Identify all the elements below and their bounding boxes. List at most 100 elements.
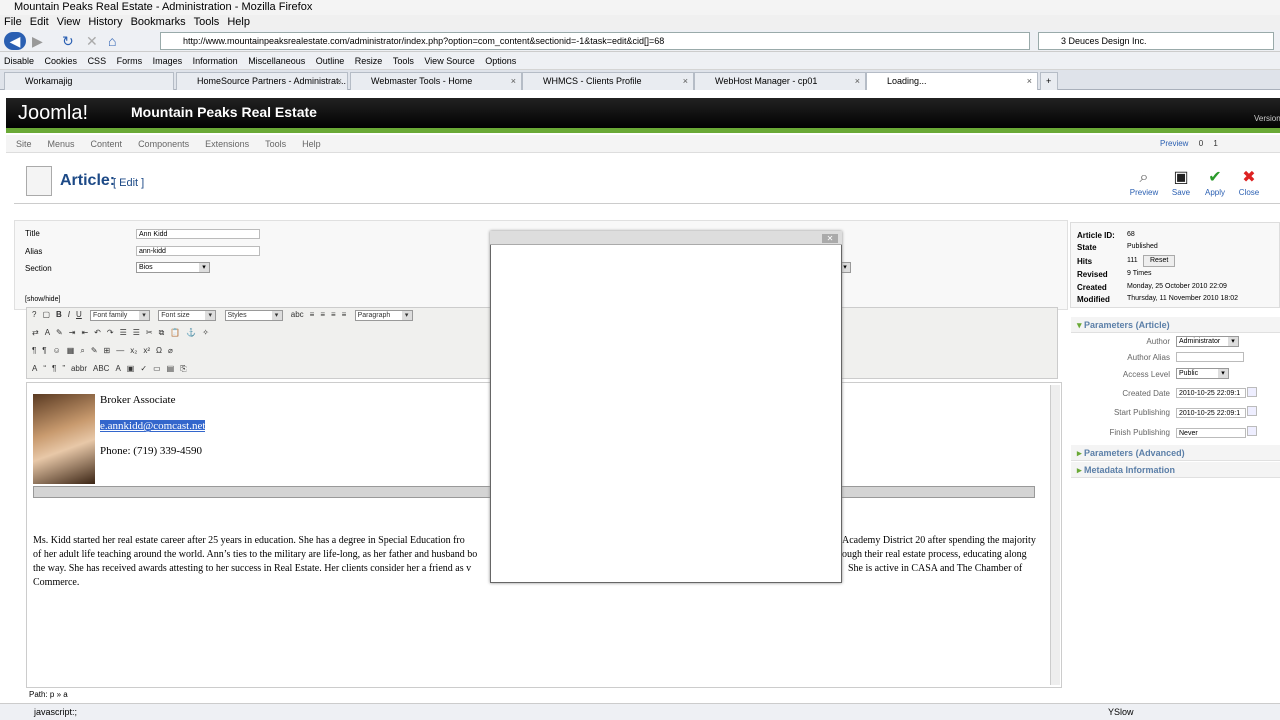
menu-bookmarks[interactable]: Bookmarks <box>131 16 186 28</box>
menu-help[interactable]: Help <box>227 16 250 28</box>
wd-view-source[interactable]: View Source <box>424 56 474 66</box>
font-family-select[interactable]: Font family <box>90 310 151 321</box>
redo-icon[interactable]: ↷ <box>107 328 114 337</box>
rtl-icon[interactable]: ¶ <box>42 346 46 355</box>
wd-forms[interactable]: Forms <box>117 56 143 66</box>
spellcheck-icon[interactable]: ✓ <box>140 364 147 373</box>
calendar-icon[interactable] <box>1247 387 1257 397</box>
layer-icon[interactable]: ▭ <box>153 364 161 373</box>
wd-outline[interactable]: Outline <box>316 56 345 66</box>
close-icon[interactable]: × <box>855 73 860 89</box>
anchor-icon[interactable]: ⚓ <box>186 328 196 337</box>
media-icon[interactable]: ▦ <box>67 346 75 355</box>
author-alias-input[interactable] <box>1176 352 1244 362</box>
start-publishing-input[interactable]: 2010-10-25 22:09:1 <box>1176 408 1246 418</box>
yslow-button[interactable]: YSlow <box>1108 704 1134 720</box>
superscript-icon[interactable]: x² <box>143 346 150 355</box>
menu-file[interactable]: File <box>4 16 22 28</box>
admin-menu-help[interactable]: Help <box>302 139 321 149</box>
forward-icon[interactable]: ▶ <box>32 32 43 50</box>
font-color-icon[interactable]: A <box>45 328 50 337</box>
paste-icon[interactable]: 📋 <box>170 328 180 337</box>
created-date-input[interactable]: 2010-10-25 22:09:1 <box>1176 388 1246 398</box>
tab-loading[interactable]: Loading... × <box>866 72 1038 90</box>
new-tab-button[interactable]: + <box>1040 72 1058 90</box>
align-right-icon[interactable]: ≡ <box>331 310 336 319</box>
tab-homesource[interactable]: HomeSource Partners - Administrat... × <box>176 72 348 90</box>
url-input[interactable]: http://www.mountainpeaksrealestate.com/a… <box>160 32 1030 50</box>
wd-options[interactable]: Options <box>485 56 516 66</box>
quote-icon[interactable]: ” <box>62 364 65 373</box>
finish-publishing-input[interactable]: Never <box>1176 428 1246 438</box>
menu-tools[interactable]: Tools <box>194 16 220 28</box>
menu-history[interactable]: History <box>88 16 122 28</box>
new-document-icon[interactable]: ▢ <box>42 310 50 319</box>
format-select[interactable]: Paragraph <box>354 310 413 321</box>
edit-icon[interactable]: ✎ <box>91 346 98 355</box>
close-icon[interactable]: ✕ <box>822 234 838 243</box>
admin-menu-content[interactable]: Content <box>91 139 123 149</box>
admin-menu-extensions[interactable]: Extensions <box>205 139 249 149</box>
insert-image-icon[interactable]: ▣ <box>127 364 135 373</box>
title-input[interactable]: Ann Kidd <box>136 229 260 239</box>
attribs-icon[interactable]: A <box>115 364 120 373</box>
preview-button[interactable]: ⌕ Preview <box>1126 168 1162 197</box>
remove-format-icon[interactable]: ⌀ <box>168 346 173 355</box>
alias-input[interactable]: ann-kidd <box>136 246 260 256</box>
stop-icon[interactable]: ✕ <box>86 32 98 50</box>
cite-icon[interactable]: “ <box>43 364 46 373</box>
reload-icon[interactable]: ↻ <box>62 32 74 50</box>
align-center-icon[interactable]: ≡ <box>320 310 325 319</box>
close-icon[interactable]: × <box>683 73 688 89</box>
hr-icon[interactable]: — <box>116 346 124 355</box>
align-left-icon[interactable]: ≡ <box>310 310 315 319</box>
cleanup-icon[interactable]: ✧ <box>202 328 209 337</box>
apply-button[interactable]: ✔ Apply <box>1197 168 1233 197</box>
bold-button[interactable]: B <box>56 310 62 319</box>
editor-scrollbar[interactable] <box>1050 385 1060 685</box>
zoom-icon[interactable]: ⌕ <box>80 346 84 356</box>
calendar-icon[interactable] <box>1247 406 1257 416</box>
find-replace-icon[interactable]: ⇄ <box>32 328 39 337</box>
highlight-icon[interactable]: ✎ <box>56 328 63 337</box>
underline-button[interactable]: U <box>76 310 82 319</box>
search-input[interactable]: 3 Deuces Design Inc. <box>1038 32 1274 50</box>
table-icon[interactable]: ⊞ <box>104 346 111 355</box>
admin-menu-menus[interactable]: Menus <box>48 139 75 149</box>
pagebreak-icon[interactable]: ⎘ <box>180 364 186 374</box>
help-icon[interactable]: ? <box>32 310 36 319</box>
abbr-icon[interactable]: abbr <box>71 364 87 373</box>
menu-edit[interactable]: Edit <box>30 16 49 28</box>
italic-button[interactable]: I <box>68 310 70 319</box>
copy-icon[interactable]: ⧉ <box>159 328 165 338</box>
parameters-advanced-header[interactable]: ▸ Parameters (Advanced) <box>1071 445 1280 461</box>
back-icon[interactable]: ◀ <box>4 32 26 50</box>
wd-images[interactable]: Images <box>153 56 183 66</box>
tab-webmaster-tools[interactable]: Webmaster Tools - Home × <box>350 72 522 90</box>
calendar-icon[interactable] <box>1247 426 1257 436</box>
reset-button[interactable]: Reset <box>1143 255 1176 267</box>
home-icon[interactable]: ⌂ <box>108 32 116 50</box>
undo-icon[interactable]: ↶ <box>94 328 101 337</box>
metadata-header[interactable]: ▸ Metadata Information <box>1071 462 1280 478</box>
section-select[interactable]: Bios <box>136 262 210 273</box>
template-icon[interactable]: ▤ <box>167 364 175 373</box>
close-icon[interactable]: × <box>1027 73 1032 89</box>
wd-misc[interactable]: Miscellaneous <box>248 56 305 66</box>
styleprops-icon[interactable]: A <box>32 364 37 373</box>
acronym-icon[interactable]: ABC <box>93 364 109 373</box>
wd-tools[interactable]: Tools <box>393 56 414 66</box>
tab-workamajig[interactable]: Workamajig <box>4 72 174 90</box>
wd-disable[interactable]: Disable <box>4 56 34 66</box>
wd-css[interactable]: CSS <box>88 56 107 66</box>
show-hide-link[interactable]: [show/hide] <box>25 296 60 303</box>
access-level-select[interactable]: Public <box>1176 368 1229 379</box>
admin-menu-components[interactable]: Components <box>138 139 189 149</box>
strikethrough-icon[interactable]: abc <box>291 310 304 319</box>
insert-image-dialog[interactable] <box>490 231 842 583</box>
special-char-icon[interactable]: Ω <box>156 346 162 355</box>
admin-menu-site[interactable]: Site <box>16 139 32 149</box>
align-justify-icon[interactable]: ≡ <box>342 310 347 319</box>
cut-icon[interactable]: ✂ <box>146 328 153 337</box>
menu-view[interactable]: View <box>57 16 81 28</box>
